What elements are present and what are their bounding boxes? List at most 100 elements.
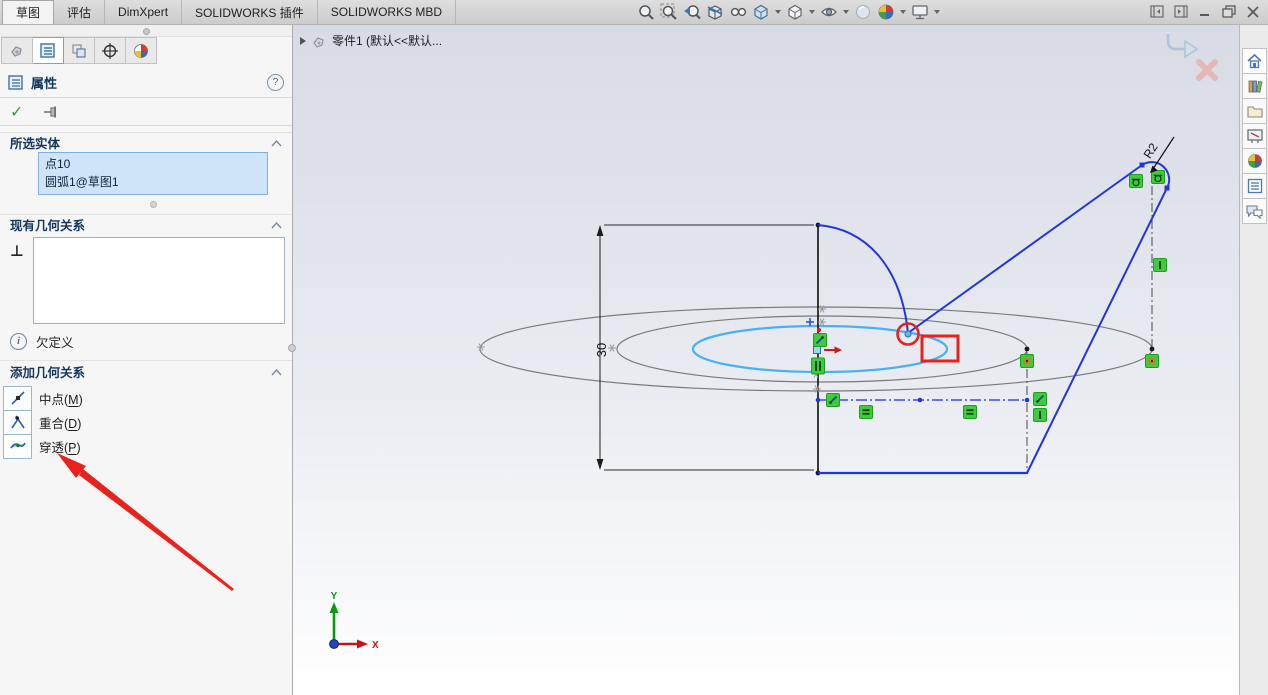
view-settings-icon[interactable]	[910, 2, 930, 22]
constraint-intersection-icon[interactable]	[1021, 355, 1034, 368]
tab-solidworks-addins[interactable]: SOLIDWORKS 插件	[182, 0, 318, 24]
tab-evaluate[interactable]: 评估	[54, 0, 105, 24]
sketch-point[interactable]	[1165, 186, 1170, 191]
home-icon[interactable]	[1242, 48, 1267, 74]
list-item[interactable]: 点10	[45, 155, 261, 173]
minimize-icon[interactable]	[1197, 4, 1212, 19]
dimension-r2[interactable]: R2	[1141, 137, 1174, 173]
constraint-vertical-icon[interactable]	[812, 358, 825, 374]
tab-dimxpert-manager[interactable]	[95, 37, 126, 64]
ellipse-vertex-point[interactable]	[1150, 347, 1155, 352]
x-axis-label: X	[372, 640, 379, 651]
ellipse-vertex-point[interactable]	[1025, 347, 1030, 352]
display-style-dropdown-caret[interactable]	[809, 10, 815, 14]
coincident-icon[interactable]	[3, 410, 32, 435]
sketch-point[interactable]	[918, 398, 923, 403]
selected-entities-list[interactable]: 点10 圆弧1@草图1	[38, 152, 268, 195]
hide-show-items-icon[interactable]	[819, 2, 839, 22]
constraint-tangent-icon[interactable]	[1130, 175, 1143, 188]
graphics-area[interactable]: 零件1 (默认<<默认... 30	[293, 24, 1240, 695]
tab-sketch[interactable]: 草图	[2, 0, 54, 24]
constraint-coincident-icon[interactable]	[1034, 393, 1047, 406]
manager-tabs	[1, 37, 157, 64]
zoom-area-icon[interactable]	[659, 2, 679, 22]
midpoint-relation-button[interactable]: 中点(M)	[3, 386, 83, 410]
forum-icon[interactable]	[1242, 198, 1267, 224]
sketch-profile[interactable]	[818, 162, 1169, 473]
tab-configuration-manager[interactable]	[64, 37, 95, 64]
collapse-chevron-icon[interactable]	[271, 134, 282, 152]
apply-scene-icon[interactable]	[876, 2, 896, 22]
tab-display-manager[interactable]	[126, 37, 157, 64]
pin-icon[interactable]	[43, 105, 61, 119]
previous-view-icon[interactable]	[682, 2, 702, 22]
listbox-resize-handle[interactable]	[150, 201, 157, 208]
constraint-pierce-icon[interactable]	[814, 334, 827, 347]
constraint-intersection-icon[interactable]	[1146, 355, 1159, 368]
status-label: 欠定义	[36, 332, 74, 351]
panel-grip[interactable]	[0, 24, 292, 37]
drag-handle[interactable]	[814, 347, 821, 354]
tab-solidworks-mbd[interactable]: SOLIDWORKS MBD	[318, 0, 456, 24]
panel-grip-dot	[143, 28, 150, 35]
constraint-vertical-icon[interactable]	[1154, 259, 1167, 272]
section-selected-entities: 所选实体	[0, 132, 292, 152]
appearances-icon[interactable]	[1242, 148, 1267, 174]
view-settings-dropdown-caret[interactable]	[934, 10, 940, 14]
existing-relations-list[interactable]	[33, 237, 285, 324]
tab-feature-manager[interactable]	[1, 37, 33, 64]
sketch-point[interactable]	[816, 398, 821, 403]
pierce-icon[interactable]	[3, 434, 32, 459]
exit-sketch-icon[interactable]	[1168, 34, 1197, 57]
midpoint-icon[interactable]	[3, 386, 32, 411]
sketch-point[interactable]	[1140, 163, 1145, 168]
dimension-30[interactable]: 30	[594, 225, 814, 470]
collapse-pane-right-icon[interactable]	[1173, 4, 1188, 19]
sketch-viewport[interactable]: 30	[293, 24, 1240, 695]
constraint-tangent-icon[interactable]	[1152, 171, 1165, 184]
display-style-icon[interactable]	[785, 2, 805, 22]
section-add-relations: 添加几何关系	[0, 360, 292, 382]
zoom-fit-icon[interactable]	[636, 2, 656, 22]
restore-icon[interactable]	[1221, 4, 1236, 19]
section-view-icon[interactable]	[705, 2, 725, 22]
collapse-pane-left-icon[interactable]	[1149, 4, 1164, 19]
3d-drawing-view-icon[interactable]	[728, 2, 748, 22]
origin-point[interactable]	[330, 640, 339, 649]
list-item[interactable]: 圆弧1@草图1	[45, 173, 261, 191]
perpendicular-icon: ⊥	[10, 242, 24, 260]
ok-button[interactable]: ✓	[10, 102, 23, 122]
sketch-point[interactable]	[1025, 398, 1030, 403]
info-icon: i	[10, 333, 27, 350]
view-palette-icon[interactable]	[1242, 123, 1267, 149]
constraint-equal-icon[interactable]	[860, 406, 873, 419]
dimension-30-text: 30	[594, 343, 609, 357]
pierce-relation-button[interactable]: 穿透(P)	[3, 434, 81, 458]
constraint-vertical-icon[interactable]	[1034, 409, 1047, 422]
view-orientation-dropdown-caret[interactable]	[775, 10, 781, 14]
section-title: 现有几何关系	[10, 215, 85, 234]
view-orientation-icon[interactable]	[751, 2, 771, 22]
collapse-chevron-icon[interactable]	[271, 363, 282, 381]
sketch-line-right[interactable]	[1027, 188, 1167, 473]
hide-show-dropdown-caret[interactable]	[843, 10, 849, 14]
edit-appearance-icon[interactable]	[853, 2, 873, 22]
collapse-chevron-icon[interactable]	[271, 216, 282, 234]
custom-properties-icon[interactable]	[1242, 173, 1267, 199]
apply-scene-dropdown-caret[interactable]	[900, 10, 906, 14]
cancel-sketch-icon[interactable]	[1199, 62, 1215, 78]
coincident-relation-button[interactable]: 重合(D)	[3, 410, 81, 434]
close-icon[interactable]	[1245, 4, 1260, 19]
help-icon[interactable]: ?	[267, 74, 284, 91]
ribbon-tabs: 草图 评估 DimXpert SOLIDWORKS 插件 SOLIDWORKS …	[2, 0, 456, 24]
sketch-line-left[interactable]	[908, 165, 1142, 333]
tab-property-manager[interactable]	[33, 37, 64, 64]
design-library-icon[interactable]	[1242, 73, 1267, 99]
pierce-point[interactable]	[905, 331, 911, 337]
solidworks-window: { "ribbon": { "tabs": [ {"label": "草图"},…	[0, 0, 1268, 695]
file-explorer-icon[interactable]	[1242, 98, 1267, 124]
tab-dimxpert[interactable]: DimXpert	[105, 0, 182, 24]
constraint-equal-icon[interactable]	[964, 406, 977, 419]
constraint-coincident-icon[interactable]	[827, 394, 840, 407]
panel-splitter-handle[interactable]	[288, 344, 296, 352]
